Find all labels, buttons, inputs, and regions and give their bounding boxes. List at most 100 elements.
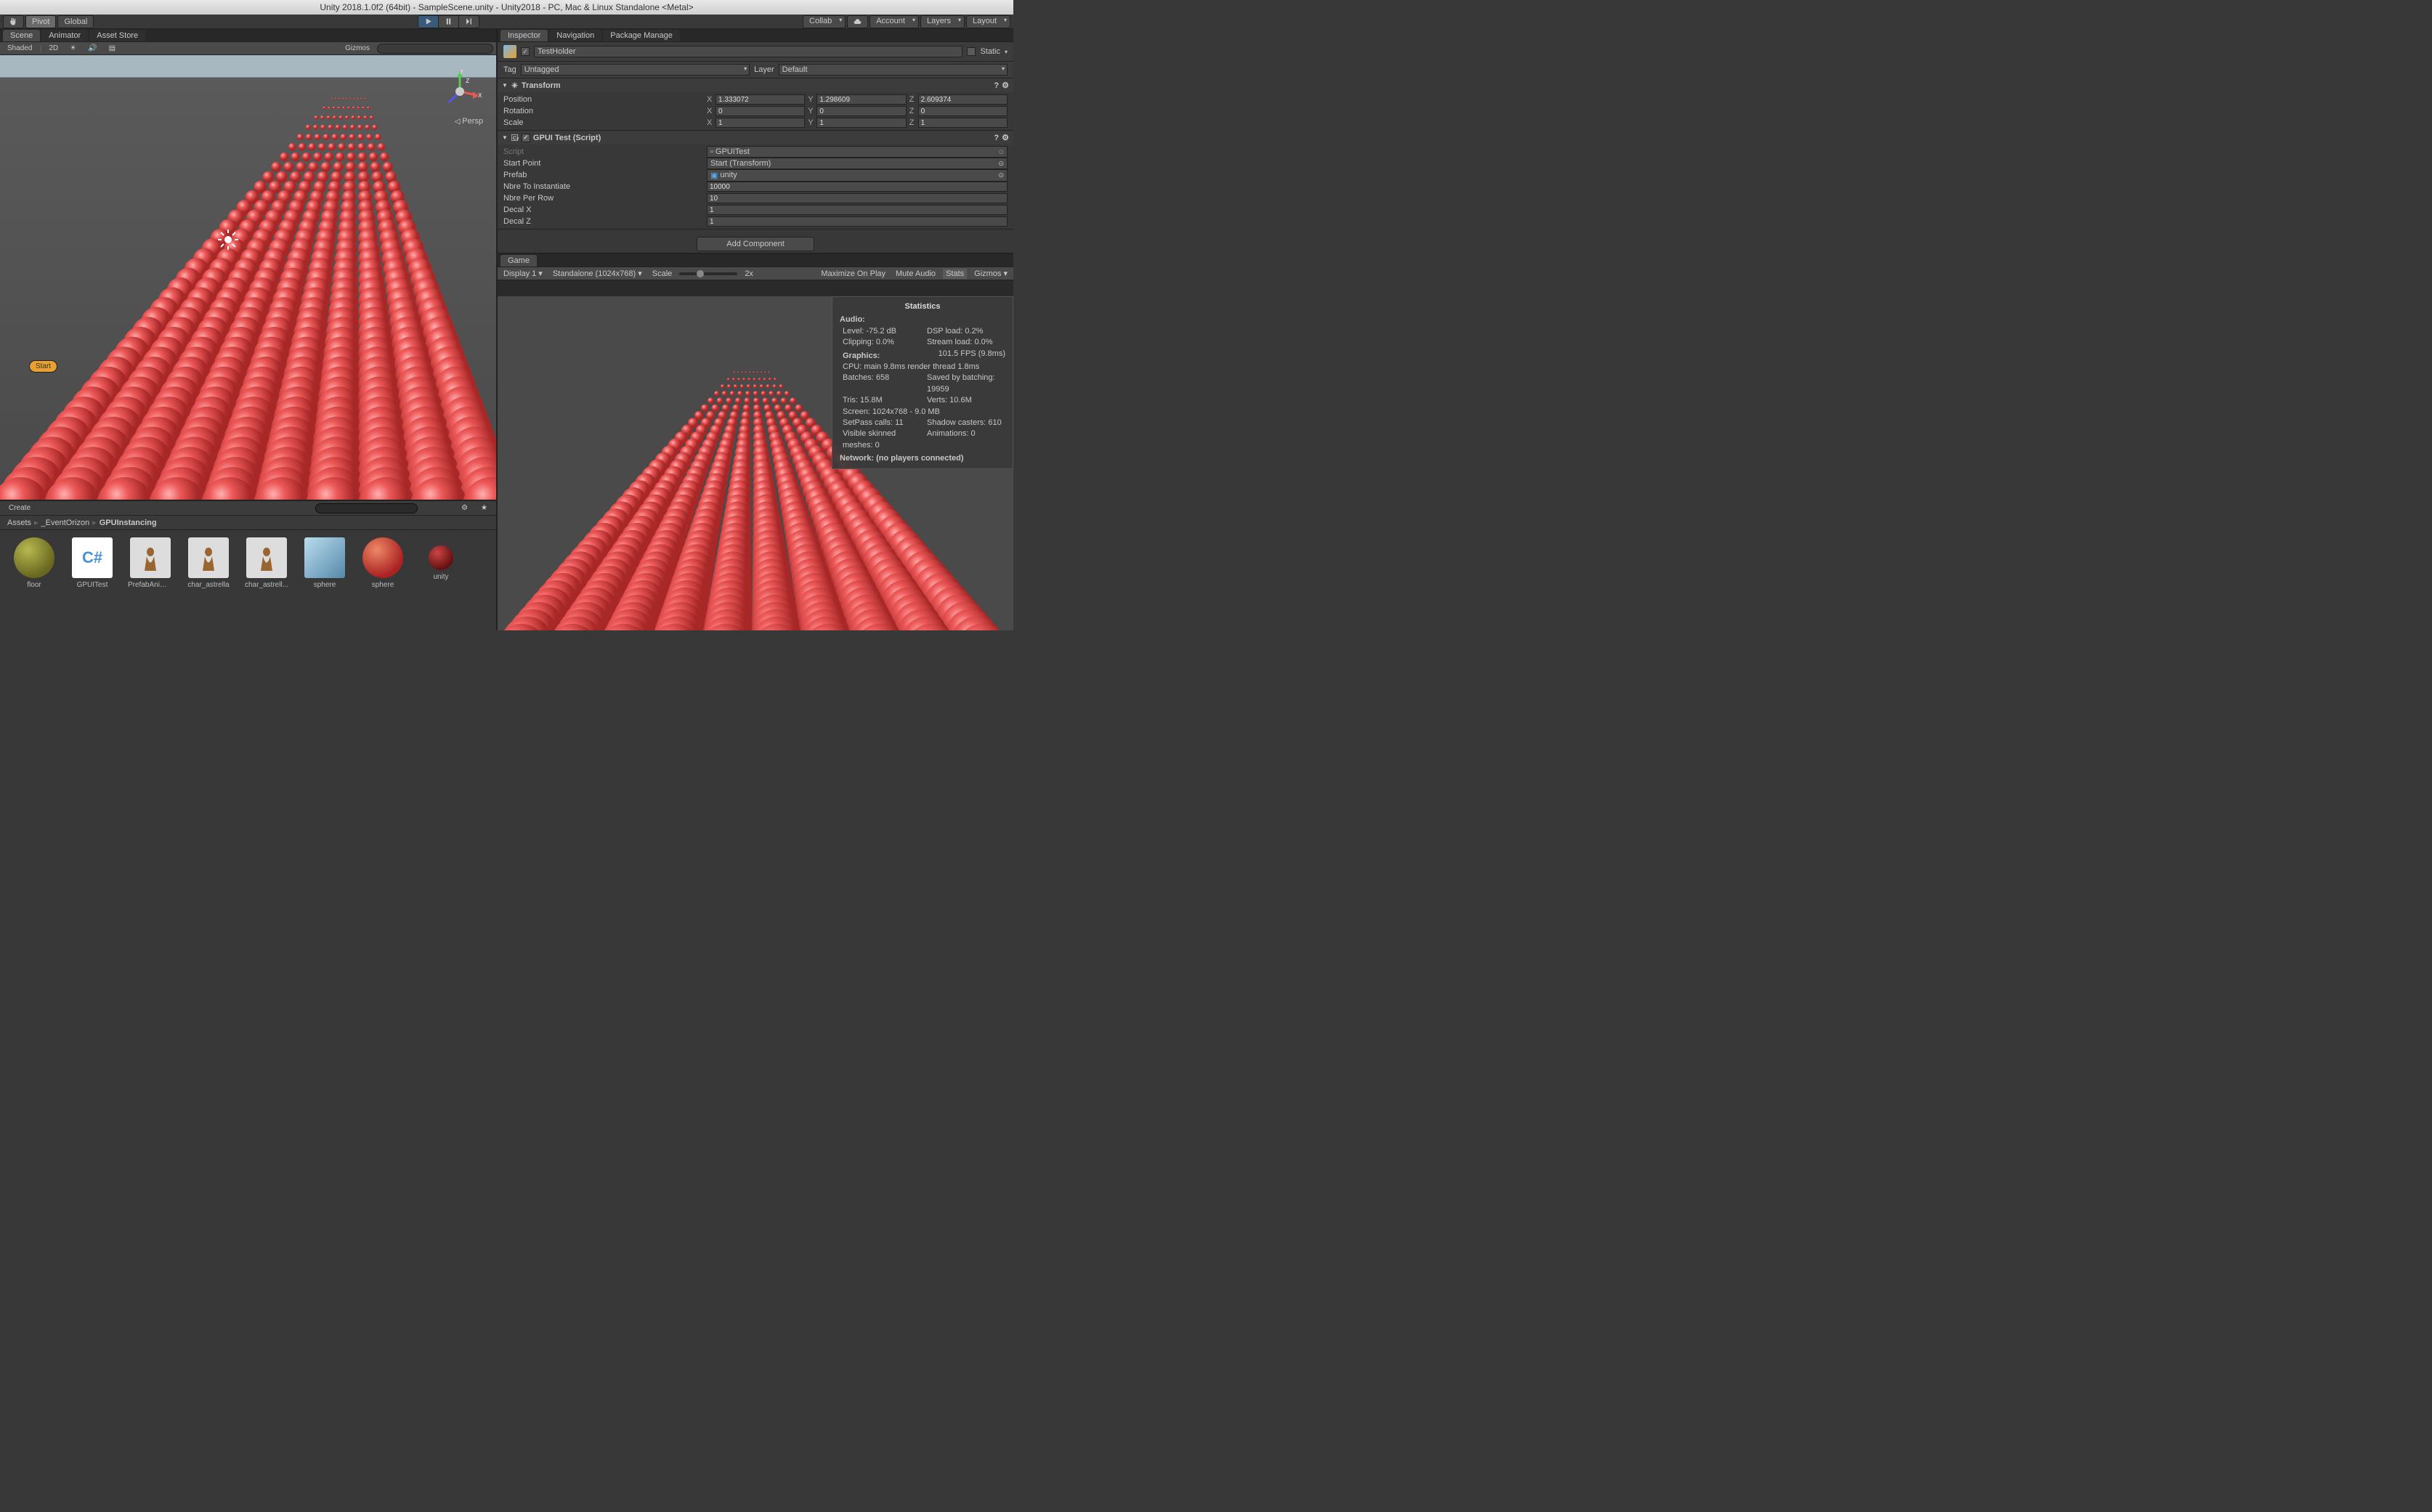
collab-dropdown[interactable]: Collab (803, 15, 846, 28)
gear-icon[interactable]: ⚙ (1002, 81, 1009, 90)
account-dropdown[interactable]: Account (870, 15, 919, 28)
tab-game[interactable]: Game (500, 255, 537, 267)
layer-dropdown[interactable]: Default (779, 64, 1008, 76)
mute-toggle[interactable]: Mute Audio (893, 269, 939, 279)
asset-item[interactable]: unity (418, 537, 463, 623)
game-gizmos-dropdown[interactable]: Gizmos ▾ (971, 268, 1010, 279)
help-icon[interactable]: ? (994, 81, 999, 90)
statistics-panel: Statistics Audio: Level: -75.2 dB DSP lo… (832, 296, 1013, 469)
transform-component: ▼Transform? ⚙ Position X Y Z Rotation X … (498, 78, 1013, 131)
stats-toggle[interactable]: Stats (943, 269, 967, 279)
hand-tool[interactable] (3, 15, 24, 28)
nbre-inst-label: Nbre To Instantiate (503, 182, 707, 191)
prefab-field[interactable]: ▣unity (707, 169, 1008, 182)
audio-icon[interactable]: 🔊 (84, 44, 101, 53)
project-pane: Create ⚙ ★ Assets▸_EventOrizon▸GPUInstan… (0, 500, 496, 630)
scene-search[interactable] (377, 44, 493, 54)
scl-x[interactable] (716, 118, 805, 128)
svg-text:C#: C# (513, 134, 519, 141)
game-pane: Game Display 1 ▾ Standalone (1024x768) ▾… (498, 253, 1013, 630)
create-dropdown[interactable]: Create (4, 503, 35, 513)
rot-y[interactable] (816, 106, 906, 116)
decal-z-field[interactable] (707, 216, 1008, 227)
pos-x[interactable] (716, 94, 805, 105)
nbre-inst-field[interactable] (707, 182, 1008, 192)
tab-navigation[interactable]: Navigation (549, 30, 601, 41)
script-label: Script (503, 147, 707, 156)
play-button[interactable] (418, 15, 438, 28)
pivot-toggle[interactable]: Pivot (25, 15, 56, 28)
gear-icon[interactable]: ⚙ (1002, 133, 1009, 142)
scale-slider[interactable] (679, 272, 737, 275)
orientation-gizmo[interactable]: y x z (438, 70, 482, 113)
asset-item[interactable]: char_astrella (186, 537, 231, 623)
global-toggle[interactable]: Global (57, 15, 94, 28)
rotation-label: Rotation (503, 107, 707, 115)
static-checkbox[interactable] (967, 47, 976, 56)
gpui-header[interactable]: ▼C#✓GPUI Test (Script)? ⚙ (498, 131, 1013, 145)
scale-label: Scale (503, 118, 707, 127)
asset-item[interactable]: sphere (360, 537, 405, 623)
decal-z-label: Decal Z (503, 217, 707, 226)
layer-label: Layer (754, 65, 774, 74)
favorite-icon[interactable]: ★ (477, 503, 492, 513)
pause-button[interactable] (438, 15, 458, 28)
game-view[interactable]: Statistics Audio: Level: -75.2 dB DSP lo… (498, 296, 1013, 630)
tab-scene[interactable]: Scene (3, 30, 40, 41)
project-breadcrumb[interactable]: Assets▸_EventOrizon▸GPUInstancing (0, 516, 496, 530)
gpui-test-component: ▼C#✓GPUI Test (Script)? ⚙ Script▫GPUITes… (498, 131, 1013, 229)
display-dropdown[interactable]: Display 1 ▾ (500, 268, 546, 279)
scl-y[interactable] (816, 118, 906, 128)
asset-item[interactable]: floor (12, 537, 57, 623)
tag-dropdown[interactable]: Untagged (521, 64, 750, 76)
rot-x[interactable] (716, 106, 805, 116)
project-search[interactable] (315, 503, 418, 513)
asset-item[interactable]: PrefabAnimat... (128, 537, 173, 623)
gameobject-icon (503, 45, 516, 58)
filter-icon[interactable]: ⚙ (457, 503, 472, 513)
tab-animator[interactable]: Animator (41, 30, 88, 41)
maximize-toggle[interactable]: Maximize On Play (818, 269, 888, 279)
tab-package-manager[interactable]: Package Manage (603, 30, 680, 41)
component-enabled-checkbox[interactable]: ✓ (522, 134, 530, 142)
rot-z[interactable] (918, 106, 1008, 116)
fx-icon[interactable]: ▤ (105, 44, 120, 53)
scale-value: 2x (742, 269, 756, 279)
pos-y[interactable] (816, 94, 906, 105)
pos-z[interactable] (918, 94, 1008, 105)
scene-toolbar: Shaded | 2D ☀ 🔊 ▤ Gizmos (0, 42, 496, 55)
sun-gizmo-icon (218, 229, 238, 250)
lighting-icon[interactable]: ☀ (65, 44, 81, 53)
layers-dropdown[interactable]: Layers (920, 15, 965, 28)
scl-z[interactable] (918, 118, 1008, 128)
start-point-label: Start Point (503, 159, 707, 168)
shading-dropdown[interactable]: Shaded (3, 44, 36, 53)
inspector-tabs: Inspector Navigation Package Manage (498, 29, 1013, 42)
gameobject-name-field[interactable] (534, 46, 962, 57)
active-checkbox[interactable]: ✓ (521, 47, 530, 56)
scene-view[interactable]: Start y x z ◁ Persp (0, 55, 496, 500)
perspective-label[interactable]: ◁ Persp (455, 117, 483, 126)
gizmos-dropdown[interactable]: Gizmos (341, 44, 374, 53)
asset-item[interactable]: sphere (302, 537, 347, 623)
resolution-dropdown[interactable]: Standalone (1024x768) ▾ (550, 268, 645, 279)
decal-x-field[interactable] (707, 205, 1008, 215)
layout-dropdown[interactable]: Layout (966, 15, 1010, 28)
nbre-row-field[interactable] (707, 193, 1008, 203)
start-point-field[interactable]: Start (Transform) (707, 158, 1008, 169)
tab-asset-store[interactable]: Asset Store (89, 30, 145, 41)
start-marker: Start (29, 360, 57, 373)
transform-header[interactable]: ▼Transform? ⚙ (498, 78, 1013, 92)
help-icon[interactable]: ? (994, 134, 999, 142)
mode-2d-toggle[interactable]: 2D (44, 44, 62, 53)
asset-item[interactable]: char_astrell... (244, 537, 289, 623)
position-label: Position (503, 95, 707, 104)
inspector-panel: ✓ Static ▾ Tag Untagged Layer Default ▼T… (498, 42, 1013, 253)
svg-text:z: z (466, 76, 470, 85)
asset-item[interactable]: C#GPUITest (70, 537, 115, 623)
tab-inspector[interactable]: Inspector (500, 30, 548, 41)
add-component-button[interactable]: Add Component (697, 237, 814, 251)
cloud-button[interactable] (847, 15, 868, 28)
step-button[interactable] (458, 15, 479, 28)
tag-label: Tag (503, 65, 516, 74)
